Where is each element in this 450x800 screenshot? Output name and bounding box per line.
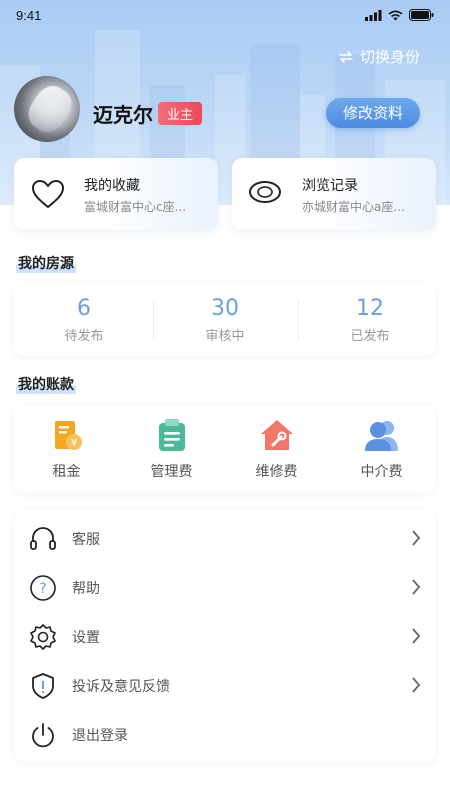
menu-label: 客服 [72,532,100,548]
wifi-icon [388,10,403,20]
divider [298,300,299,340]
menu-item-customer-service[interactable]: 客服 [14,514,436,563]
avatar[interactable] [14,76,80,142]
stat-reviewing-value: 30 [211,296,239,321]
fee-agency[interactable]: 中介费 [329,405,434,481]
history-card[interactable]: 浏览记录 亦城财富中心a座... [232,158,436,230]
menu-card: 客服 ? 帮助 设置 投诉及意见反馈 退出登录 [14,510,436,762]
fee-repair[interactable]: 维修费 [224,405,329,481]
status-icons [365,9,434,21]
favorites-card[interactable]: 我的收藏 富城财富中心c座... [14,158,218,230]
chevron-right-icon [412,530,421,546]
history-subtitle: 亦城财富中心a座... [302,200,405,214]
heart-icon [32,180,64,208]
my-listings-title: 我的房源 [16,253,76,273]
menu-item-logout[interactable]: 退出登录 [14,710,436,759]
stat-pending-label: 待发布 [64,329,104,344]
stat-published-value: 12 [356,296,384,321]
signal-icon [365,9,382,21]
menu-item-settings[interactable]: 设置 [14,612,436,661]
help-icon: ? [30,575,56,601]
my-account-card: ¥ 租金 管理费 维修费 中介费 [14,405,436,493]
chevron-right-icon [412,628,421,644]
switch-identity-label: 切换身份 [359,48,420,66]
gear-icon [30,624,56,650]
favorites-subtitle: 富城财富中心c座... [84,200,187,214]
status-bar: 9:41 [0,0,450,32]
menu-label: 投诉及意见反馈 [72,679,170,695]
swap-icon [339,50,353,63]
fee-rent-label: 租金 [52,464,81,480]
menu-label: 退出登录 [72,728,128,744]
stat-pending-value: 6 [77,296,91,321]
role-badge: 业主 [158,102,203,125]
edit-profile-button[interactable]: 修改资料 [326,98,420,128]
menu-item-help[interactable]: ? 帮助 [14,563,436,612]
management-fee-icon [158,419,185,451]
switch-identity-button[interactable]: 切换身份 [338,46,420,67]
stat-reviewing-label: 审核中 [205,329,245,344]
fee-rent[interactable]: ¥ 租金 [14,405,119,481]
chevron-right-icon [412,677,421,693]
my-account-title: 我的账款 [16,374,76,394]
menu-item-feedback[interactable]: 投诉及意见反馈 [14,661,436,710]
history-title: 浏览记录 [302,178,358,194]
headset-icon [30,527,56,550]
agency-fee-icon [364,421,398,451]
fee-management[interactable]: 管理费 [119,405,224,481]
eye-icon [249,181,281,203]
status-time: 9:41 [16,8,42,23]
power-icon [32,723,54,748]
favorites-title: 我的收藏 [84,178,140,194]
menu-label: 设置 [72,630,100,646]
fee-agency-label: 中介费 [360,464,403,480]
divider [153,300,154,340]
chevron-right-icon [412,579,421,595]
svg-text:?: ? [39,581,46,597]
battery-icon [409,9,434,21]
svg-text:¥: ¥ [70,438,76,449]
fee-management-label: 管理费 [150,464,193,480]
repair-fee-icon [260,420,293,450]
menu-label: 帮助 [72,581,100,597]
stat-published[interactable]: 12 已发布 [300,284,440,344]
rent-icon: ¥ [54,421,82,450]
stat-reviewing[interactable]: 30 审核中 [155,284,295,344]
stat-published-label: 已发布 [350,329,390,344]
stat-pending[interactable]: 6 待发布 [14,284,154,344]
fee-repair-label: 维修费 [255,464,298,480]
username: 迈克尔 [93,103,153,127]
my-listings-card: 6 待发布 30 审核中 12 已发布 [14,284,436,356]
shield-icon [32,673,54,699]
